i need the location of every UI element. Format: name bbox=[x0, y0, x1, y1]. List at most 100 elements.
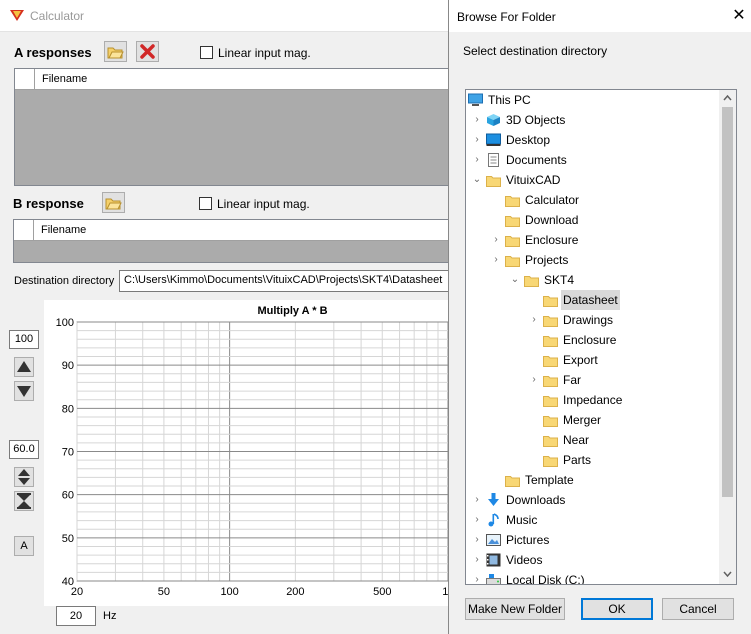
videos-icon bbox=[486, 553, 501, 567]
tree-node-label: Projects bbox=[525, 253, 569, 267]
b-response-label: B response bbox=[13, 196, 84, 211]
scroll-up-icon[interactable] bbox=[723, 94, 732, 102]
expand-chevron-icon[interactable]: › bbox=[472, 530, 482, 550]
y-down-button[interactable] bbox=[14, 381, 34, 401]
folder-icon bbox=[543, 293, 558, 307]
tree-node[interactable]: › Videos bbox=[466, 550, 718, 570]
disk-icon bbox=[486, 573, 501, 584]
tree-node[interactable]: Near bbox=[466, 430, 718, 450]
a-linear-checkbox[interactable] bbox=[200, 46, 213, 59]
triangle-up-icon bbox=[17, 361, 31, 372]
y-tick-label: 100 bbox=[56, 317, 74, 329]
y-tick-label: 50 bbox=[62, 533, 74, 545]
x-tick-label: 20 bbox=[71, 586, 83, 598]
tree-node-label: Desktop bbox=[506, 133, 551, 147]
tree-node[interactable]: › Enclosure bbox=[466, 230, 718, 250]
tree-node[interactable]: Download bbox=[466, 210, 718, 230]
folder-tree[interactable]: This PC › 3D Objects › Desktop › Documents ⌄ Vit… bbox=[465, 89, 737, 585]
expand-chevron-icon[interactable]: › bbox=[472, 110, 482, 130]
tree-node[interactable]: Template bbox=[466, 470, 718, 490]
b-linear-checkbox[interactable] bbox=[199, 197, 212, 210]
expand-chevron-icon[interactable]: › bbox=[491, 250, 501, 270]
tree-node[interactable]: ⌄ VituixCAD bbox=[466, 170, 718, 190]
a-open-button[interactable] bbox=[104, 41, 127, 62]
tree-node[interactable]: This PC bbox=[466, 90, 718, 110]
collapse-chevron-icon[interactable]: ⌄ bbox=[472, 170, 482, 190]
y-range-input[interactable]: 60.0 bbox=[9, 440, 39, 459]
freq-min-input[interactable]: 20 bbox=[56, 606, 96, 626]
a-responses-label: A responses bbox=[14, 45, 92, 60]
tree-node-label: Documents bbox=[506, 153, 567, 167]
expand-chevron-icon[interactable]: › bbox=[529, 310, 539, 330]
y-max-input[interactable]: 100 bbox=[9, 330, 39, 349]
tree-node[interactable]: › 3D Objects bbox=[466, 110, 718, 130]
desktop-icon bbox=[486, 133, 501, 147]
tree-node[interactable]: Enclosure bbox=[466, 330, 718, 350]
tree-node[interactable]: › Local Disk (C:) bbox=[466, 570, 718, 584]
tree-node[interactable]: › Far bbox=[466, 370, 718, 390]
y-expand-button[interactable] bbox=[14, 467, 34, 487]
make-new-folder-button[interactable]: Make New Folder bbox=[465, 598, 565, 620]
dialog-titlebar: Browse For Folder ✕ bbox=[449, 0, 751, 32]
expand-chevron-icon[interactable]: › bbox=[491, 230, 501, 250]
b-col-filename[interactable]: Filename bbox=[41, 224, 86, 236]
tree-node[interactable]: Merger bbox=[466, 410, 718, 430]
tree-node[interactable]: Export bbox=[466, 350, 718, 370]
tree-node[interactable]: › Desktop bbox=[466, 130, 718, 150]
download-icon bbox=[486, 493, 501, 507]
tree-node[interactable]: › Projects bbox=[466, 250, 718, 270]
a-remove-button[interactable] bbox=[136, 41, 159, 62]
auto-scale-button[interactable]: A bbox=[14, 536, 34, 556]
chart-title: Multiply A * B bbox=[257, 305, 327, 317]
close-icon[interactable]: ✕ bbox=[731, 8, 747, 24]
tree-node[interactable]: Calculator bbox=[466, 190, 718, 210]
expand-chevron-icon[interactable]: › bbox=[472, 550, 482, 570]
tree-node[interactable]: Parts bbox=[466, 450, 718, 470]
tree-node[interactable]: › Documents bbox=[466, 150, 718, 170]
cancel-button[interactable]: Cancel bbox=[662, 598, 734, 620]
chart-panel: Multiply A * B 100 90 80 70 60 50 40 20 50 100 200 5… bbox=[44, 300, 455, 606]
expand-chevron-icon[interactable]: › bbox=[472, 510, 482, 530]
expand-chevron-icon[interactable]: › bbox=[472, 150, 482, 170]
tree-node[interactable]: › Drawings bbox=[466, 310, 718, 330]
tree-node-label: Drawings bbox=[563, 313, 614, 327]
expand-chevron-icon[interactable]: › bbox=[472, 490, 482, 510]
expand-chevron-icon[interactable]: › bbox=[472, 130, 482, 150]
a-grid-body[interactable] bbox=[15, 90, 449, 185]
tree-node-label: Export bbox=[563, 353, 598, 367]
tree-node-label: This PC bbox=[488, 93, 531, 107]
tree-node[interactable]: › Downloads bbox=[466, 490, 718, 510]
tree-node[interactable]: ⌄ SKT4 bbox=[466, 270, 718, 290]
destination-input[interactable]: C:\Users\Kimmo\Documents\VituixCAD\Proje… bbox=[119, 270, 450, 292]
b-grid-body[interactable] bbox=[14, 241, 449, 262]
tree-node[interactable]: Impedance bbox=[466, 390, 718, 410]
y-up-button[interactable] bbox=[14, 357, 34, 377]
tree-node-label: Enclosure bbox=[525, 233, 579, 247]
collapse-chevron-icon[interactable]: ⌄ bbox=[510, 270, 520, 290]
tree-scroll-thumb[interactable] bbox=[722, 107, 733, 497]
b-open-button[interactable] bbox=[102, 192, 125, 213]
ok-button[interactable]: OK bbox=[581, 598, 653, 620]
scroll-down-icon[interactable] bbox=[723, 570, 732, 578]
expand-chevron-icon[interactable]: › bbox=[529, 370, 539, 390]
tree-node-label: VituixCAD bbox=[506, 173, 561, 187]
y-compress-button[interactable] bbox=[14, 491, 34, 511]
tree-node-label: Parts bbox=[563, 453, 592, 467]
calculator-titlebar: Calculator bbox=[0, 0, 450, 32]
tree-node-label: Near bbox=[563, 433, 590, 447]
a-col-filename[interactable]: Filename bbox=[42, 73, 87, 85]
folder-icon bbox=[543, 393, 558, 407]
tree-node[interactable]: › Music bbox=[466, 510, 718, 530]
chart-svg: Multiply A * B10090807060504020 50 100 200 5… bbox=[56, 305, 455, 598]
tree-node[interactable]: › Pictures bbox=[466, 530, 718, 550]
y-tick-label: 60 bbox=[62, 490, 74, 502]
tree-node[interactable]: Datasheet bbox=[466, 290, 718, 310]
expand-chevron-icon[interactable]: › bbox=[472, 570, 482, 584]
tree-node-label: SKT4 bbox=[544, 273, 575, 287]
folder-icon bbox=[543, 313, 558, 327]
b-response-grid[interactable]: Filename bbox=[13, 219, 450, 263]
a-responses-grid[interactable]: Filename bbox=[14, 68, 450, 186]
x-tick-label: 100 bbox=[220, 586, 238, 598]
destination-label: Destination directory bbox=[14, 275, 115, 287]
dialog-instruction: Select destination directory bbox=[463, 44, 608, 58]
